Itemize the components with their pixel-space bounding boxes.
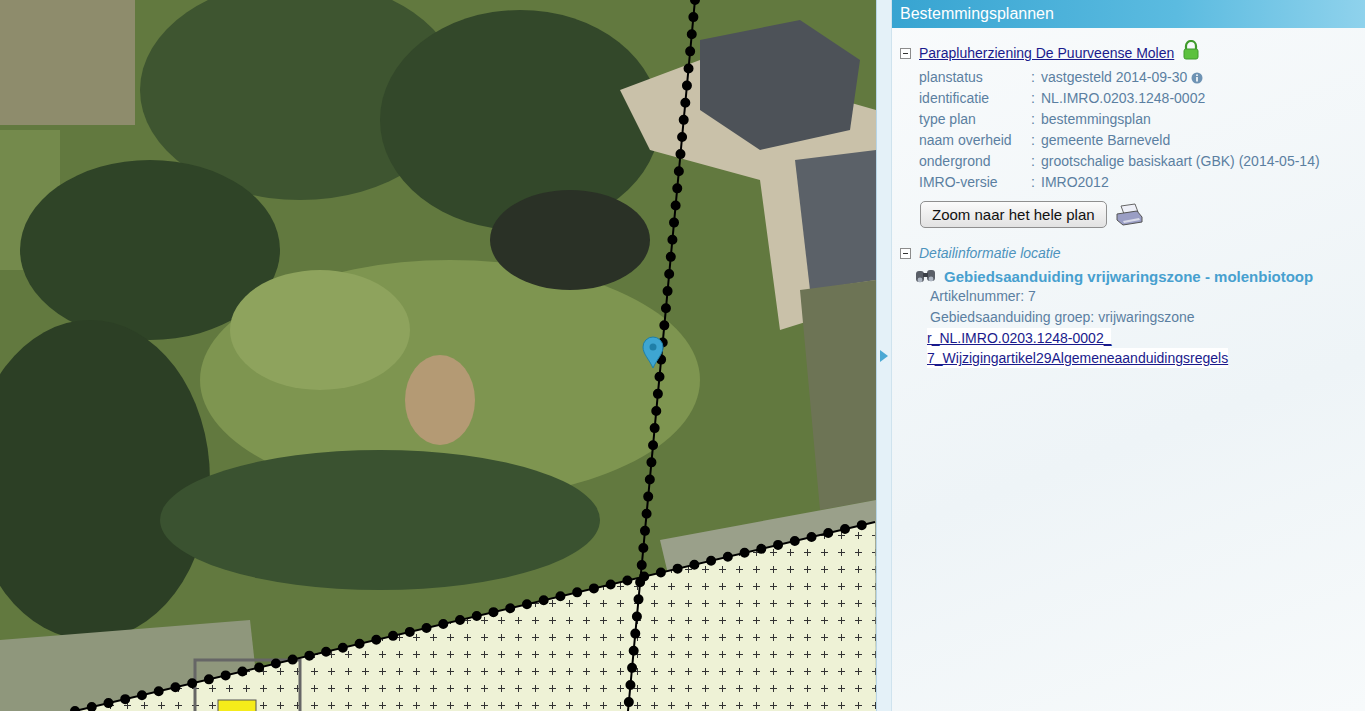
panel-title: Bestemmingsplannen (892, 0, 1365, 28)
field-value-cell: IMRO2012 (1041, 172, 1357, 193)
side-panel: BestemmingsplannenParapluherziening De P… (892, 0, 1365, 711)
collapse-toggle-icon[interactable] (900, 248, 911, 259)
toggle-minus (903, 53, 908, 54)
zoom-row: Zoom naar het hele plan (920, 201, 1357, 228)
map[interactable] (0, 0, 876, 711)
panel-body: Parapluherziening De Puurveense Molen pla… (892, 28, 1365, 368)
field-value-cell: grootschalige basiskaart (GBK) (2014-05-… (1041, 151, 1357, 172)
field-value: bestemmingsplan (1041, 109, 1151, 130)
field-value: IMRO2012 (1041, 172, 1109, 193)
field-label: naam overheid (919, 130, 1031, 151)
field-value: gemeente Barneveld (1041, 130, 1170, 151)
print-icon[interactable] (1115, 203, 1143, 227)
detail-line: Artikelnummer: 7 (930, 286, 1357, 307)
detail-item-body: Artikelnummer: 7Gebiedsaanduiding groep:… (930, 286, 1357, 368)
lock-icon (1182, 40, 1200, 60)
field-label: planstatus (919, 67, 1031, 88)
detail-line: Gebiedsaanduiding groep: vrijwaringszone (930, 307, 1357, 328)
field-value: NL.IMRO.0203.1248-0002 (1041, 88, 1205, 109)
aerial-map[interactable] (0, 0, 876, 711)
field-separator: : (1031, 130, 1041, 151)
field-value: grootschalige basiskaart (GBK) (2014-05-… (1041, 151, 1320, 172)
field-value-cell: gemeente Barneveld (1041, 130, 1357, 151)
field-separator: : (1031, 109, 1041, 130)
field-value: vastgesteld 2014-09-30 (1041, 67, 1187, 88)
panel-splitter[interactable] (876, 0, 892, 711)
detail-title: Detailinformatie locatie (919, 244, 1061, 263)
viewer: BestemmingsplannenParapluherziening De P… (0, 0, 1365, 711)
plan-fields: planstatus:vastgesteld 2014-09-30identif… (919, 67, 1357, 193)
location-pin-icon[interactable] (641, 335, 665, 369)
info-icon[interactable] (1191, 72, 1203, 84)
regulation-link[interactable]: 7_Wijzigingartikel29Algemeneaanduidingsr… (927, 348, 1228, 368)
zoom-button[interactable]: Zoom naar het hele plan (920, 201, 1107, 228)
field-label: type plan (919, 109, 1031, 130)
detail-links: r_NL.IMRO.0203.1248-0002_7_Wijzigingarti… (927, 328, 1357, 368)
collapse-toggle-icon[interactable] (900, 48, 911, 59)
plan-link[interactable]: Parapluherziening De Puurveense Molen (919, 44, 1174, 63)
field-separator: : (1031, 88, 1041, 109)
field-value-cell: vastgesteld 2014-09-30 (1041, 67, 1357, 88)
field-label: IMRO-versie (919, 172, 1031, 193)
field-value-cell: bestemmingsplan (1041, 109, 1357, 130)
field-value-cell: NL.IMRO.0203.1248-0002 (1041, 88, 1357, 109)
field-separator: : (1031, 67, 1041, 88)
detail-header: Detailinformatie locatie (900, 244, 1357, 263)
expand-arrow-icon[interactable] (880, 350, 888, 362)
toggle-minus (903, 253, 908, 254)
detail-item: Gebiedsaanduiding vrijwaringszone - mole… (914, 263, 1357, 368)
plan-header: Parapluherziening De Puurveense Molen (900, 44, 1357, 63)
field-label: ondergrond (919, 151, 1031, 172)
field-separator: : (1031, 151, 1041, 172)
regulation-link[interactable]: r_NL.IMRO.0203.1248-0002_ (927, 328, 1111, 348)
field-separator: : (1031, 172, 1041, 193)
detail-item-header: Gebiedsaanduiding vrijwaringszone - mole… (914, 267, 1357, 286)
detail-item-title: Gebiedsaanduiding vrijwaringszone - mole… (944, 267, 1313, 286)
field-label: identificatie (919, 88, 1031, 109)
binoculars-icon (914, 268, 940, 284)
